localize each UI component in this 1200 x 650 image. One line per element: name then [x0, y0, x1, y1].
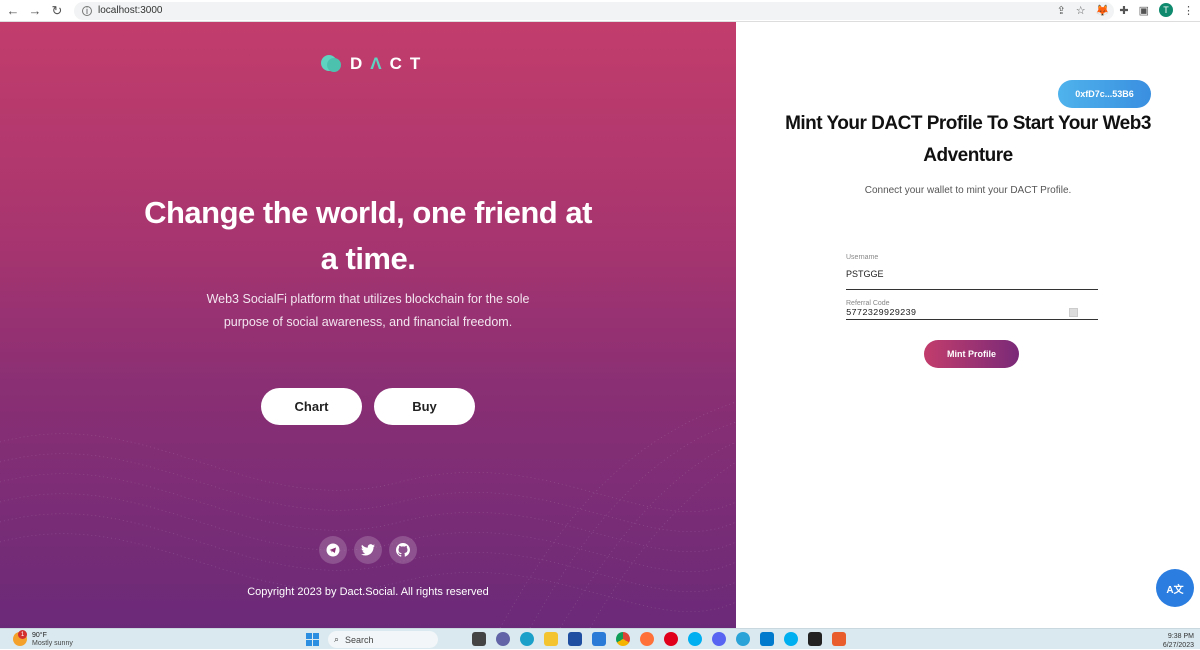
social-links [319, 536, 417, 564]
mint-subtitle: Connect your wallet to mint your DACT Pr… [864, 185, 1072, 196]
profile-avatar[interactable]: T [1159, 3, 1173, 17]
extensions-puzzle-icon[interactable]: ✚ [1119, 4, 1128, 17]
weather-widget[interactable]: 1 90°F Mostly sunny [13, 630, 73, 648]
taskbar-clock[interactable]: 9:38 PM 6/27/2023 [1163, 632, 1194, 650]
buy-button[interactable]: Buy [374, 388, 475, 425]
weather-alert-badge: 1 [18, 630, 27, 639]
telegram-app-icon[interactable] [736, 632, 750, 646]
mail-icon[interactable] [592, 632, 606, 646]
referral-code-label: Referral Code [846, 300, 890, 307]
dact-logo[interactable]: DΛCT [320, 54, 428, 74]
telegram-icon [326, 543, 340, 557]
file-explorer-icon[interactable] [544, 632, 558, 646]
translate-button[interactable]: A文 [1156, 569, 1194, 607]
wallet-address-button[interactable]: 0xfD7c...53B6 [1058, 80, 1151, 108]
weather-temperature: 90°F [32, 632, 47, 639]
hero-panel: DΛCT Change the world, one friend at a t… [0, 22, 736, 628]
translate-icon: A文 [1166, 584, 1184, 596]
search-icon: ⌕ [334, 634, 340, 644]
reload-icon[interactable]: ↻ [48, 3, 66, 19]
mint-panel: 0xfD7c...53B6 Mint Your DACT Profile To … [736, 22, 1200, 628]
username-input[interactable]: PSTGGE [846, 269, 1098, 279]
referral-code-field[interactable]: Referral Code 5772329929239 [846, 300, 1098, 320]
weather-description: Mostly sunny [32, 640, 73, 647]
microsoft-store-icon[interactable] [568, 632, 582, 646]
github-icon [396, 543, 410, 557]
share-icon[interactable]: ⇪ [1057, 4, 1066, 17]
username-field[interactable]: Username PSTGGE [846, 254, 1098, 290]
side-panel-icon[interactable]: ▣ [1139, 4, 1149, 17]
taskbar-search[interactable]: ⌕ Search [328, 631, 438, 648]
teams-chat-icon[interactable] [496, 632, 510, 646]
firefox-icon[interactable] [640, 632, 654, 646]
mint-profile-button[interactable]: Mint Profile [924, 340, 1019, 368]
clock-time: 9:38 PM [1167, 633, 1194, 640]
logo-wordmark: DΛCT [350, 54, 429, 73]
weather-sun-icon: 1 [13, 630, 27, 646]
username-label: Username [846, 254, 879, 261]
vscode-icon[interactable] [760, 632, 774, 646]
chrome-icon[interactable] [616, 632, 630, 646]
task-view-icon[interactable] [472, 632, 486, 646]
url-text: localhost:3000 [98, 5, 163, 16]
telegram-link[interactable] [319, 536, 347, 564]
twitter-icon [361, 544, 375, 556]
dact-logo-icon [321, 55, 341, 72]
terminal-icon[interactable] [808, 632, 822, 646]
opera-icon[interactable] [664, 632, 678, 646]
browser-toolbar: ← → ↻ i localhost:3000 ⇪ ☆ 🦊 ✚ ▣ T ⋮ [0, 0, 1200, 22]
copyright-text: Copyright 2023 by Dact.Social. All right… [247, 586, 489, 598]
hero-subtitle: Web3 SocialFi platform that utilizes blo… [206, 292, 530, 329]
site-info-icon[interactable]: i [82, 5, 92, 16]
twitter-link[interactable] [354, 536, 382, 564]
skype-icon[interactable] [688, 632, 702, 646]
bookmark-star-icon[interactable]: ☆ [1076, 4, 1086, 17]
taskbar-apps [472, 632, 846, 646]
discord-icon[interactable] [712, 632, 726, 646]
windows-start-icon[interactable] [306, 633, 319, 646]
forward-icon[interactable]: → [26, 3, 44, 18]
menu-kebab-icon[interactable]: ⋮ [1183, 4, 1194, 17]
hero-title: Change the world, one friend at a time. [144, 195, 592, 276]
back-icon[interactable]: ← [4, 3, 22, 18]
mint-title: Mint Your DACT Profile To Start Your Web… [785, 113, 1151, 166]
snipping-tool-icon[interactable] [832, 632, 846, 646]
metamask-extension-icon[interactable]: 🦊 [1096, 4, 1110, 17]
github-link[interactable] [389, 536, 417, 564]
referral-code-input[interactable]: 5772329929239 [846, 308, 1098, 318]
skype-2-icon[interactable] [784, 632, 798, 646]
autofill-icon[interactable] [1069, 308, 1078, 317]
address-bar[interactable]: i localhost:3000 [74, 1, 1114, 20]
edge-browser-icon[interactable] [520, 632, 534, 646]
taskbar: 1 90°F Mostly sunny ⌕ Search 9:38 PM 6/2… [0, 628, 1200, 649]
search-placeholder: Search [345, 634, 374, 645]
chart-button[interactable]: Chart [261, 388, 362, 425]
